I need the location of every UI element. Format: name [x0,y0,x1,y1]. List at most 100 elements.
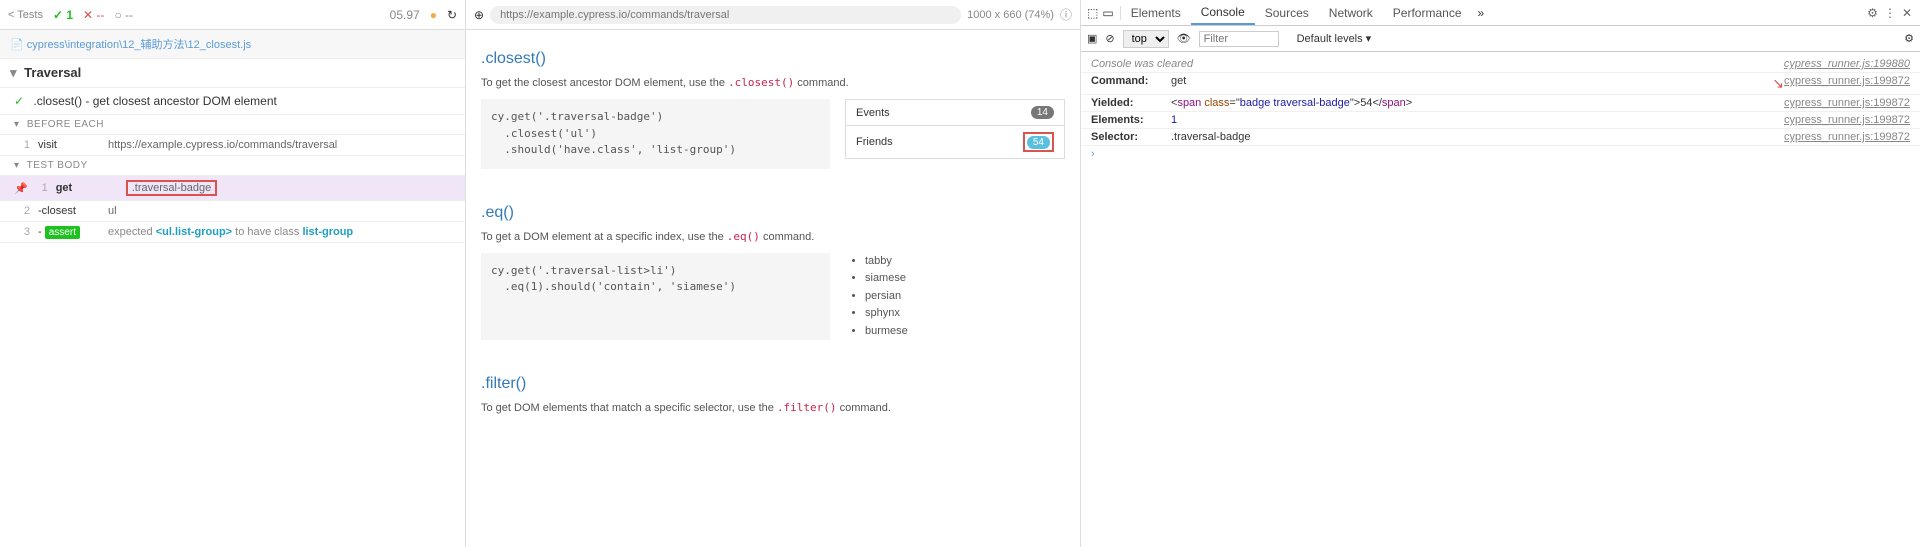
cmd-number: 3 [14,226,30,238]
file-icon: 📄 [10,39,24,51]
cmd-name: get [56,182,126,194]
filter-input[interactable] [1199,31,1279,47]
devtools-left-icons: ⬚ ▭ [1081,6,1121,20]
close-icon[interactable]: ✕ [1902,6,1912,20]
console-label: Selector: [1091,131,1171,143]
console-line: Elements: 1 cypress_runner.js:199872 [1081,112,1920,129]
suite-title[interactable]: ▾ Traversal [0,59,465,88]
context-select[interactable]: top [1123,30,1169,48]
url-bar: ⊕ https://example.cypress.io/commands/tr… [466,0,1080,30]
cmd-name: visit [38,139,108,151]
source-link[interactable]: cypress_runner.js:199880 [1784,58,1910,70]
selector-playground-icon[interactable]: ⊕ [474,8,484,22]
check-icon: ✓ [14,94,24,108]
console-value: 1 [1171,114,1784,126]
devtools-panel: ⬚ ▭ Elements Console Sources Network Per… [1081,0,1920,547]
suite-name: Traversal [24,65,81,80]
back-link[interactable]: < Tests [8,9,43,21]
eye-icon[interactable]: 👁 [1177,32,1191,45]
preview-content: .closest() To get the closest ancestor D… [466,30,1080,547]
list-item: Events 14 [845,99,1065,126]
console-label: Command: [1091,75,1171,92]
console-value: .traversal-badge [1171,131,1784,143]
status-dot-icon: ● [430,8,437,22]
console-toolbar: ▣ ⊘ top 👁 Default levels ▾ ⚙ [1081,26,1920,52]
console-value[interactable]: <span class="badge traversal-badge">54</… [1171,97,1784,109]
tab-performance[interactable]: Performance [1383,2,1472,24]
sidebar-toggle-icon[interactable]: ▣ [1087,32,1097,45]
cmd-arg: https://example.cypress.io/commands/trav… [108,139,337,151]
test-name: .closest() - get closest ancestor DOM el… [33,94,276,108]
before-each-header[interactable]: ▾ BEFORE EACH [0,115,465,135]
badge: 14 [1031,106,1054,119]
list-item: persian [865,288,1065,306]
test-header: < Tests ✓ 1 ✕ -- ○ -- 05.97 ● ↻ [0,0,465,30]
pin-icon: 📌 [14,182,28,195]
levels-select[interactable]: Default levels ▾ [1297,32,1372,45]
caret-down-icon: ▾ [14,119,20,130]
settings-icon[interactable]: ⚙ [1904,32,1914,45]
closest-example: cy.get('.traversal-badge') .closest('ul'… [481,99,1065,169]
device-icon[interactable]: ▭ [1102,6,1113,20]
command-row-selected[interactable]: 📌 1 get .traversal-badge [0,176,465,201]
more-icon[interactable]: ⋮ [1884,6,1896,20]
file-path-text: cypress\integration\12_辅助方法\12_closest.j… [27,39,251,51]
code-block: cy.get('.traversal-badge') .closest('ul'… [481,99,830,169]
cmd-number: 2 [14,205,30,217]
cmd-arg: ul [108,205,117,217]
file-path[interactable]: 📄 cypress\integration\12_辅助方法\12_closest… [0,30,465,59]
source-link[interactable]: cypress_runner.js:199872 [1784,75,1910,92]
viewport-info: 1000 x 660 (74%) [967,9,1054,21]
list-item: burmese [865,323,1065,341]
info-icon[interactable]: ⓘ [1060,6,1072,23]
eq-title: .eq() [481,204,1065,222]
closest-title: .closest() [481,50,1065,68]
list-item: sphynx [865,305,1065,323]
cmd-arg: expected <ul.list-group> to have class l… [108,226,353,238]
code-block: cy.get('.traversal-list>li') .eq(1).shou… [481,253,830,341]
test-body-header[interactable]: ▾ TEST BODY [0,156,465,176]
console-value: get [1171,75,1692,92]
command-row[interactable]: 2 -closest ul [0,201,465,222]
console-prompt[interactable]: › [1081,146,1920,162]
source-link[interactable]: cypress_runner.js:199872 [1784,97,1910,109]
url-display[interactable]: https://example.cypress.io/commands/trav… [490,6,961,24]
test-item[interactable]: ✓ .closest() - get closest ancestor DOM … [0,88,465,115]
arrow-annotation-icon: ↘ [1772,75,1784,92]
filter-title: .filter() [481,375,1065,393]
eq-example: cy.get('.traversal-list>li') .eq(1).shou… [481,253,1065,341]
clear-console-icon[interactable]: ⊘ [1105,32,1114,45]
console-label: Yielded: [1091,97,1171,109]
section-label: BEFORE EACH [27,119,104,130]
console-line: Console was cleared cypress_runner.js:19… [1081,56,1920,73]
section-label: TEST BODY [27,160,88,171]
source-link[interactable]: cypress_runner.js:199872 [1784,131,1910,143]
list-item: siamese [865,270,1065,288]
list-item: Friends 54 [845,126,1065,159]
caret-down-icon: ▾ [14,160,20,171]
tab-network[interactable]: Network [1319,2,1383,24]
filter-desc: To get DOM elements that match a specifi… [481,401,1065,414]
command-row[interactable]: 3 - assert expected <ul.list-group> to h… [0,222,465,243]
cat-list: tabby siamese persian sphynx burmese [845,253,1065,341]
console-label: Elements: [1091,114,1171,126]
restart-icon[interactable]: ↻ [447,8,457,22]
list-item-label: Friends [856,136,893,148]
console-body: Console was cleared cypress_runner.js:19… [1081,52,1920,547]
tab-sources[interactable]: Sources [1255,2,1319,24]
inspect-icon[interactable]: ⬚ [1087,6,1098,20]
cypress-runner-panel: < Tests ✓ 1 ✕ -- ○ -- 05.97 ● ↻ 📄 cypres… [0,0,466,547]
cmd-name: - assert [38,226,108,238]
command-row[interactable]: 1 visit https://example.cypress.io/comma… [0,135,465,156]
pending-count: ○ -- [114,8,133,22]
more-tabs-icon[interactable]: » [1472,6,1491,20]
source-link[interactable]: cypress_runner.js:199872 [1784,114,1910,126]
tab-elements[interactable]: Elements [1121,2,1191,24]
list-item-label: Events [856,107,890,119]
tab-console[interactable]: Console [1191,1,1255,25]
test-time: 05.97 [390,8,420,22]
settings-icon[interactable]: ⚙ [1867,6,1878,20]
console-line: Selector: .traversal-badge cypress_runne… [1081,129,1920,146]
fail-count: ✕ -- [83,8,104,22]
badge: 54 [1027,136,1050,149]
